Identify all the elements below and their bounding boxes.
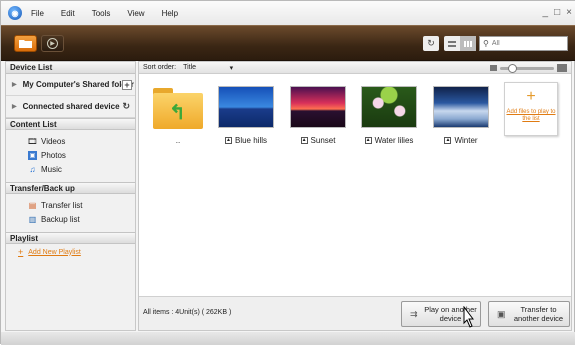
- mouse-cursor-icon: [463, 306, 474, 328]
- reload-icon[interactable]: ↻: [122, 101, 130, 112]
- sidebar-item-label: Backup list: [41, 214, 80, 224]
- grid-view-icon: [464, 40, 472, 47]
- items-count: All items : 4Unit(s) ( 262KB ): [143, 309, 232, 316]
- status-bar: [1, 332, 575, 345]
- tile-label: Sunset: [310, 136, 336, 145]
- add-files-tile[interactable]: + Add files to play to the list: [504, 82, 558, 136]
- sort-select[interactable]: Title ▾: [183, 64, 233, 72]
- sidebar-item-connected-device[interactable]: ▶ Connected shared device ↻: [6, 96, 135, 118]
- image-icon: ▲: [224, 137, 232, 144]
- tile-label: Blue hills: [234, 136, 267, 145]
- button-label: Transfer to another device: [513, 305, 564, 323]
- folder-up-icon: ↰: [151, 86, 205, 132]
- plus-icon: +: [18, 247, 24, 257]
- small-thumb-icon[interactable]: [490, 65, 497, 71]
- transfer-header: Transfer/Back up: [6, 182, 135, 194]
- transfer-to-device-button[interactable]: ▣ Transfer to another device: [488, 301, 570, 327]
- content-pane: Sort order: Title ▾ ↰ .. ▲ Blue hills ▲ …: [138, 61, 572, 331]
- thumbnail-size-slider: [490, 63, 567, 73]
- zoom-track[interactable]: [500, 63, 554, 73]
- backup-icon: ▥: [28, 214, 37, 224]
- minimize-button[interactable]: _: [543, 7, 549, 18]
- list-view-button[interactable]: [444, 36, 460, 51]
- refresh-button[interactable]: ↻: [423, 36, 439, 51]
- sidebar-item-videos[interactable]: 🎞 Videos: [6, 134, 135, 148]
- toolbar: ▶ ↻ ⚲: [1, 25, 575, 61]
- image-icon: ▲: [300, 137, 308, 144]
- sidebar-item-label: Music: [41, 164, 62, 174]
- search-input[interactable]: [491, 40, 562, 47]
- menu-help[interactable]: Help: [162, 9, 178, 18]
- sidebar-item-label: Transfer list: [41, 200, 83, 210]
- play-device-icon: ⇉: [410, 308, 418, 319]
- music-icon: ♫: [29, 164, 36, 174]
- play-mode-button[interactable]: ▶: [41, 35, 64, 52]
- add-playlist-label: Add New Playlist: [28, 248, 81, 256]
- sidebar: Device List ▶ My Computer's Shared folde…: [5, 61, 136, 331]
- sidebar-item-my-computer[interactable]: ▶ My Computer's Shared folder +: [6, 74, 135, 96]
- app-logo-icon: ◉: [8, 6, 22, 20]
- menu-tools[interactable]: Tools: [92, 9, 111, 18]
- folder-icon: [19, 40, 32, 48]
- view-toggle: [444, 36, 476, 51]
- photo-icon: ▣: [28, 150, 37, 160]
- tile-water-lilies[interactable]: ▲ Water lilies: [358, 86, 420, 145]
- expand-icon[interactable]: ▶: [12, 103, 17, 110]
- chevron-down-icon: ▾: [229, 64, 234, 72]
- thumbnail: [361, 86, 417, 128]
- add-playlist-link[interactable]: + Add New Playlist: [6, 244, 135, 260]
- menu-edit[interactable]: Edit: [61, 9, 75, 18]
- image-icon: ▲: [444, 137, 452, 144]
- bottom-bar: All items : 4Unit(s) ( 262KB ) ⇉ Play on…: [139, 296, 571, 330]
- tile-blue-hills[interactable]: ▲ Blue hills: [215, 86, 277, 145]
- large-thumb-icon[interactable]: [557, 64, 567, 72]
- sidebar-item-photos[interactable]: ▣ Photos: [6, 148, 135, 162]
- folder-mode-button[interactable]: [14, 35, 37, 52]
- sidebar-item-label: Videos: [41, 136, 66, 146]
- menu-bar: ◉ File Edit Tools View Help _ □ ×: [1, 1, 575, 25]
- menu-view[interactable]: View: [127, 9, 144, 18]
- list-view-icon: [448, 40, 456, 47]
- sort-value: Title: [183, 63, 197, 71]
- close-button[interactable]: ×: [566, 7, 572, 18]
- sidebar-item-backup-list[interactable]: ▥ Backup list: [6, 212, 135, 226]
- window-controls: _ □ ×: [543, 7, 572, 18]
- content-list-header: Content List: [6, 118, 135, 130]
- play-icon: ▶: [47, 38, 58, 49]
- image-icon: ▲: [364, 137, 372, 144]
- zoom-handle[interactable]: [508, 63, 517, 73]
- thumbnail: [290, 86, 346, 128]
- tile-parent-folder[interactable]: ↰ ..: [147, 86, 209, 145]
- tile-label: ..: [175, 136, 181, 145]
- thumbnail: [218, 86, 274, 128]
- search-box: ⚲: [479, 36, 568, 51]
- grid-view-button[interactable]: [460, 36, 476, 51]
- sidebar-item-music[interactable]: ♫ Music: [6, 162, 135, 176]
- tile-winter[interactable]: ▲ Winter: [430, 86, 492, 145]
- search-icon: ⚲: [483, 39, 489, 48]
- device-list-header: Device List: [6, 62, 135, 74]
- add-folder-button[interactable]: +: [122, 79, 132, 90]
- sidebar-item-transfer-list[interactable]: ▤ Transfer list: [6, 198, 135, 212]
- maximize-button[interactable]: □: [554, 7, 560, 18]
- add-files-link[interactable]: Add files to play to the list: [505, 109, 557, 123]
- device-label: Connected shared device: [22, 102, 120, 111]
- sort-bar: Sort order: Title ▾: [139, 62, 571, 74]
- tile-sunset[interactable]: ▲ Sunset: [287, 86, 349, 145]
- menu-file[interactable]: File: [31, 9, 44, 18]
- refresh-icon: ↻: [427, 38, 435, 48]
- sidebar-item-label: Photos: [41, 150, 66, 160]
- tile-label: Water lilies: [374, 136, 414, 145]
- tile-label: Winter: [454, 136, 478, 145]
- plus-icon: +: [526, 88, 536, 105]
- app-window: ◉ File Edit Tools View Help _ □ × ▶ ↻ ⚲: [0, 0, 575, 345]
- expand-icon[interactable]: ▶: [12, 81, 17, 88]
- thumbnail: [433, 86, 489, 128]
- video-icon: 🎞: [27, 136, 38, 146]
- transfer-device-icon: ▣: [497, 308, 506, 319]
- transfer-icon: ▤: [28, 200, 37, 210]
- sort-label: Sort order:: [143, 64, 177, 71]
- playlist-header: Playlist: [6, 232, 135, 244]
- device-label: My Computer's Shared folder: [22, 80, 134, 89]
